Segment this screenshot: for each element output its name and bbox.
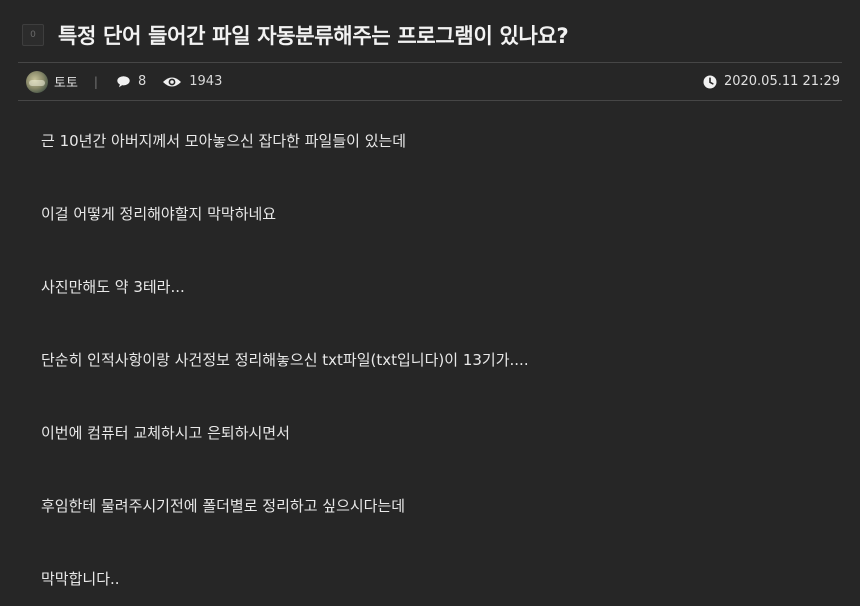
- body-paragraph: 이걸 어떻게 정리해야할지 막막하네요: [41, 205, 277, 223]
- meta-divider: [18, 100, 842, 101]
- body-paragraph: 단순히 인적사항이랑 사건정보 정리해놓으신 txt파일(txt입니다)이 13…: [41, 351, 529, 369]
- author-name[interactable]: 토토: [54, 72, 78, 91]
- comment-bubble-icon: [116, 75, 131, 88]
- meta-separator: |: [93, 74, 98, 89]
- body-paragraph: 막막합니다..: [41, 570, 120, 588]
- post-header: 0 특정 단어 들어간 파일 자동분류해주는 프로그램이 있나요?: [22, 18, 838, 52]
- view-count: 1943: [189, 74, 223, 89]
- category-badge[interactable]: 0: [22, 24, 44, 46]
- comment-count[interactable]: 8: [138, 74, 146, 89]
- body-paragraph: 근 10년간 아버지께서 모아놓으신 잡다한 파일들이 있는데: [41, 132, 407, 150]
- post-datetime-group: 2020.05.11 21:29: [703, 74, 840, 89]
- clock-icon: [703, 75, 717, 89]
- avatar[interactable]: [26, 70, 48, 93]
- body-paragraph: 사진만해도 약 3테라...: [41, 278, 185, 296]
- body-paragraph: 이번에 컴퓨터 교체하시고 은퇴하시면서: [41, 424, 290, 442]
- post-meta: 토토 | 8 1943 2020.05.11 21:29: [26, 63, 840, 100]
- post-datetime: 2020.05.11 21:29: [723, 74, 840, 89]
- post-view: 0 특정 단어 들어간 파일 자동분류해주는 프로그램이 있나요? 토토 | 8…: [0, 0, 860, 606]
- post-body: 근 10년간 아버지께서 모아놓으신 잡다한 파일들이 있는데 이걸 어떻게 정…: [41, 118, 830, 606]
- body-paragraph: 후임한테 물려주시기전에 폴더별로 정리하고 싶으시다는데: [41, 497, 406, 515]
- post-title: 특정 단어 들어간 파일 자동분류해주는 프로그램이 있나요?: [58, 24, 569, 48]
- eye-icon: [162, 76, 182, 88]
